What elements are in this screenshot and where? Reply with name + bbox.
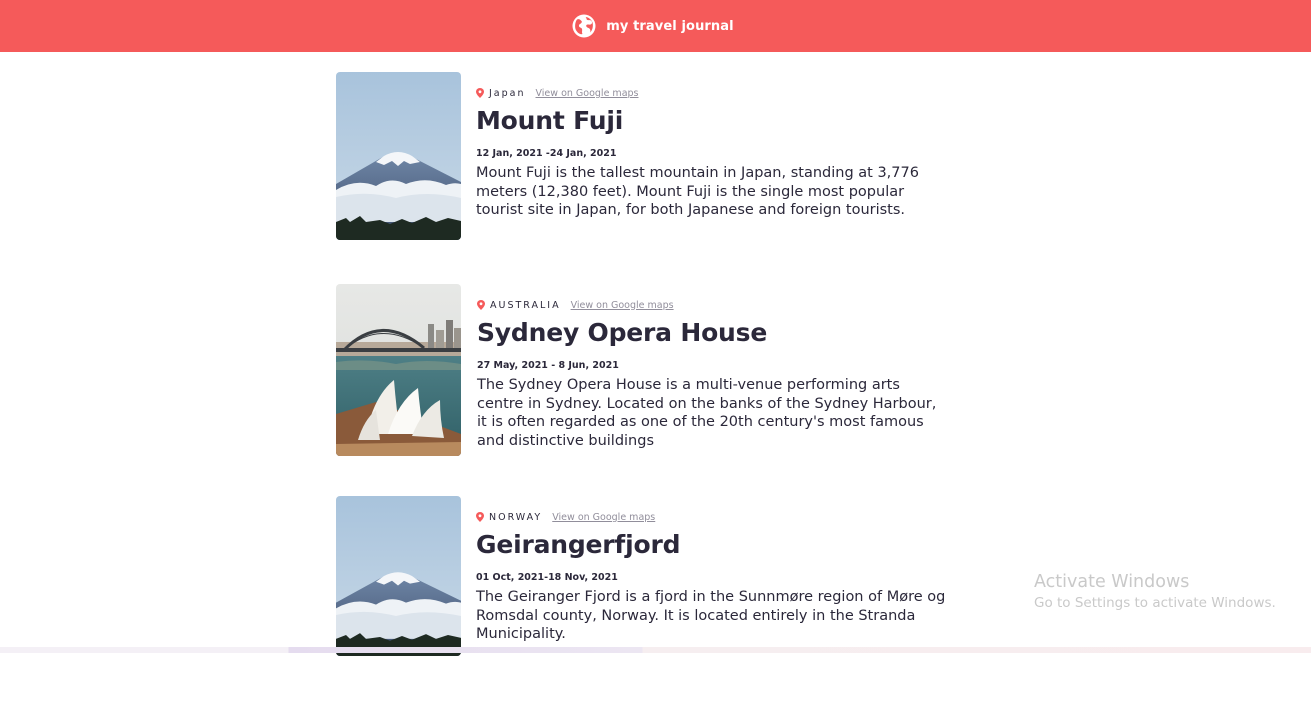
- app-title: my travel journal: [606, 18, 734, 34]
- globe-icon: [572, 14, 596, 38]
- entry-description: The Geiranger Fjord is a fjord in the Su…: [476, 589, 946, 642]
- windows-activation-watermark: Activate Windows Go to Settings to activ…: [1034, 571, 1276, 613]
- journal-entries: Japan View on Google maps Mount Fuji 12 …: [336, 72, 956, 708]
- entry-dates: 27 May, 2021 - 8 Jun, 2021: [477, 360, 619, 371]
- journal-entry: AUSTRALIA View on Google maps Sydney Ope…: [336, 284, 956, 496]
- google-maps-link[interactable]: View on Google maps: [536, 88, 639, 99]
- entry-location: AUSTRALIA View on Google maps: [477, 298, 947, 312]
- entry-title: Sydney Opera House: [477, 318, 768, 347]
- entry-photo-geirangerfjord: [336, 496, 461, 656]
- entry-content: NORWAY View on Google maps Geirangerfjor…: [476, 510, 946, 658]
- location-pin-icon: [477, 300, 485, 310]
- google-maps-link[interactable]: View on Google maps: [571, 300, 674, 311]
- entry-description: The Sydney Opera House is a multi-venue …: [477, 377, 937, 449]
- entry-country: Japan: [489, 87, 526, 99]
- navbar: my travel journal: [0, 0, 1311, 52]
- journal-entry: NORWAY View on Google maps Geirangerfjor…: [336, 496, 956, 708]
- entry-dates: 01 Oct, 2021-18 Nov, 2021: [476, 572, 618, 583]
- entry-photo-mount-fuji: [336, 72, 461, 240]
- watermark-title: Activate Windows: [1034, 572, 1190, 592]
- entry-location: NORWAY View on Google maps: [476, 510, 946, 524]
- watermark-subtitle: Go to Settings to activate Windows.: [1034, 595, 1276, 611]
- taskbar-edge: [0, 647, 1311, 653]
- entry-country: NORWAY: [489, 511, 543, 523]
- entry-dates: 12 Jan, 2021 -24 Jan, 2021: [476, 148, 617, 159]
- entry-title: Mount Fuji: [476, 106, 624, 135]
- entry-title: Geirangerfjord: [476, 530, 681, 559]
- entry-content: Japan View on Google maps Mount Fuji 12 …: [476, 86, 946, 234]
- entry-description: Mount Fuji is the tallest mountain in Ja…: [476, 165, 919, 218]
- navbar-brand[interactable]: my travel journal: [572, 14, 734, 38]
- entry-location: Japan View on Google maps: [476, 86, 946, 100]
- google-maps-link[interactable]: View on Google maps: [552, 512, 655, 523]
- entry-content: AUSTRALIA View on Google maps Sydney Ope…: [477, 298, 947, 465]
- location-pin-icon: [476, 88, 484, 98]
- entry-country: AUSTRALIA: [490, 299, 561, 311]
- journal-entry: Japan View on Google maps Mount Fuji 12 …: [336, 72, 956, 284]
- location-pin-icon: [476, 512, 484, 522]
- entry-photo-sydney-opera-house: [336, 284, 461, 456]
